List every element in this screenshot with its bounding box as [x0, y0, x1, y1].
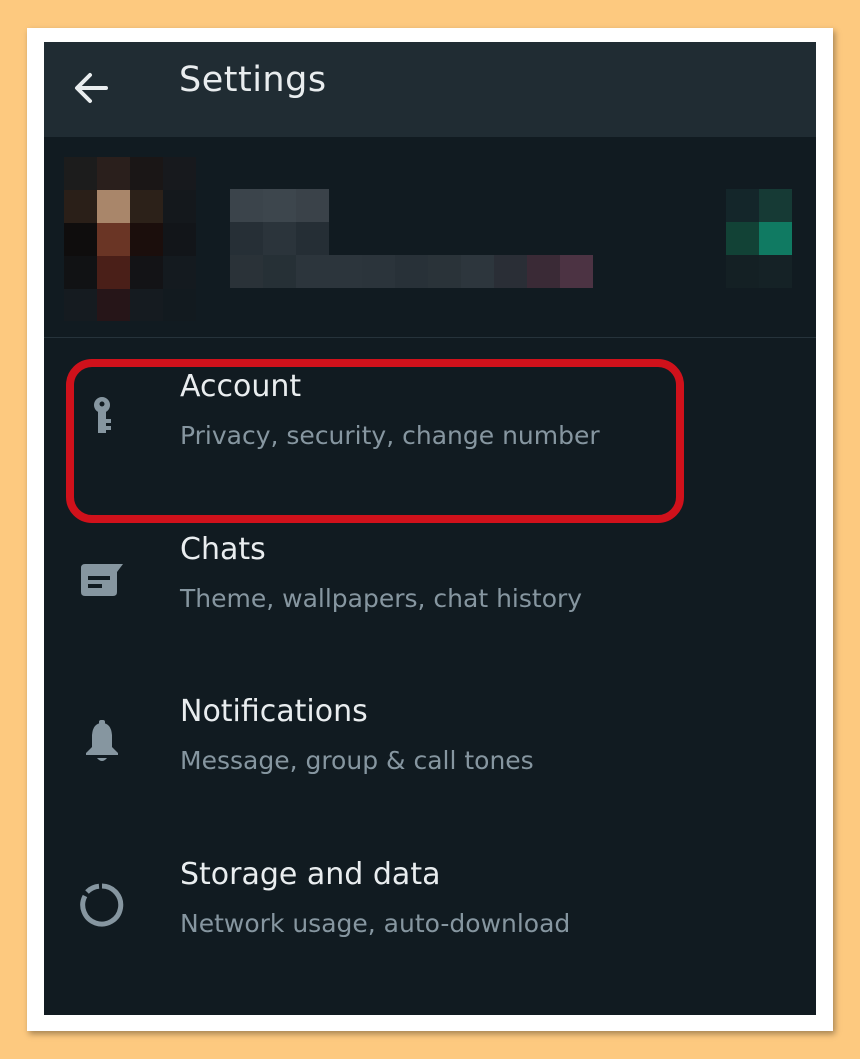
settings-item-label: Chats	[180, 532, 266, 567]
bell-icon	[74, 714, 130, 770]
page-title: Settings	[179, 60, 327, 100]
profile-name-redacted	[230, 189, 593, 288]
settings-item-notifications[interactable]: Notifications Message, group & call tone…	[44, 664, 816, 826]
key-icon	[74, 389, 130, 445]
chat-icon	[74, 552, 130, 608]
storage-circle-icon	[74, 877, 130, 933]
settings-item-label: Notifications	[180, 694, 368, 729]
profile-section[interactable]	[44, 137, 816, 338]
settings-item-storage[interactable]: Storage and data Network usage, auto-dow…	[44, 827, 816, 989]
avatar[interactable]	[64, 157, 196, 321]
settings-item-subtitle: Privacy, security, change number	[180, 421, 600, 450]
settings-item-account[interactable]: Account Privacy, security, change number	[44, 339, 816, 501]
app-bar: Settings	[44, 42, 816, 137]
settings-item-label: Storage and data	[180, 857, 441, 892]
settings-item-subtitle: Theme, wallpapers, chat history	[180, 584, 583, 613]
settings-item-label: Account	[180, 369, 302, 404]
settings-item-chats[interactable]: Chats Theme, wallpapers, chat history	[44, 502, 816, 664]
settings-item-subtitle: Network usage, auto-download	[180, 909, 571, 938]
back-button[interactable]	[62, 60, 118, 116]
settings-item-subtitle: Message, group & call tones	[180, 746, 534, 775]
settings-screen: Settings Account Privacy, security, chan…	[44, 42, 816, 1015]
arrow-left-icon	[75, 73, 108, 103]
qr-code-button[interactable]	[726, 189, 792, 288]
